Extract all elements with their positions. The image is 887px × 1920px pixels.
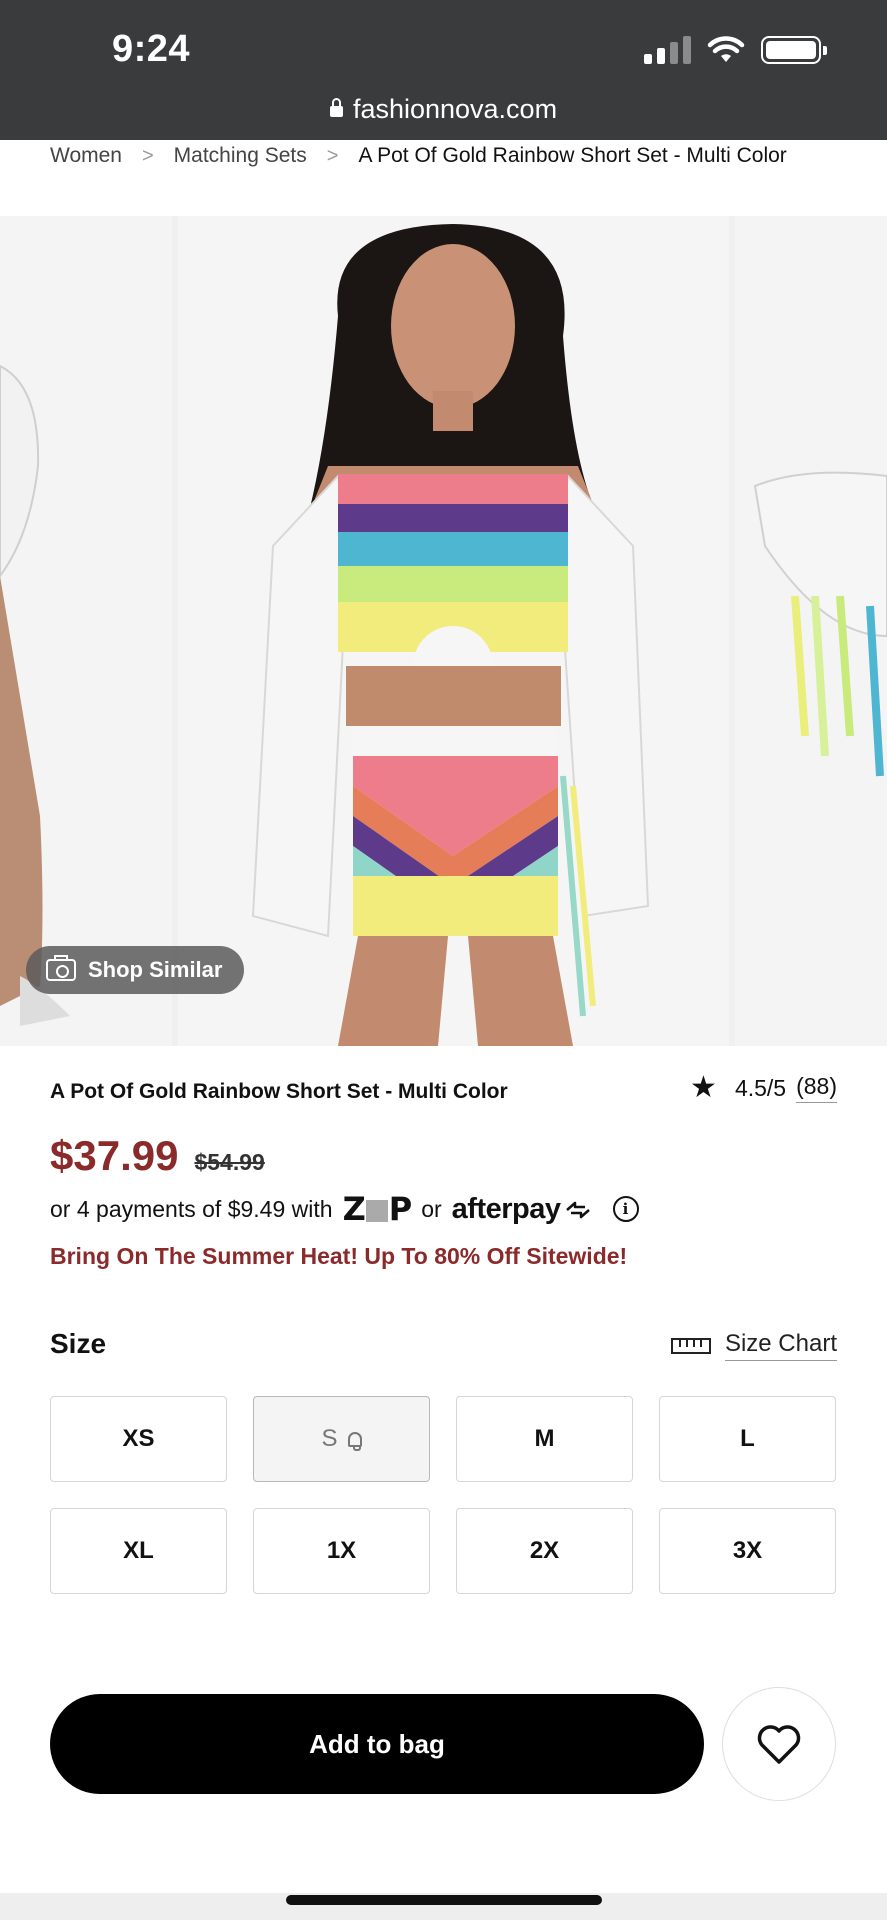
size-heading: Size (50, 1328, 107, 1359)
bell-icon (347, 1431, 362, 1451)
product-title: A Pot Of Gold Rainbow Short Set - Multi … (50, 1080, 508, 1103)
status-icons (644, 36, 827, 64)
size-option-3x[interactable]: 3X (659, 1508, 836, 1594)
product-image-main[interactable] (178, 216, 729, 1046)
chevron-right-icon: > (141, 144, 154, 167)
rating-value: 4.5/5 (734, 1074, 787, 1101)
promo-banner: Bring On The Summer Heat! Up To 80% Off … (50, 1243, 628, 1269)
cellular-signal-icon (644, 36, 691, 64)
shop-similar-button[interactable]: Shop Similar (26, 946, 245, 994)
battery-icon (761, 36, 827, 64)
sale-price: $37.99 (50, 1132, 179, 1179)
wishlist-button[interactable] (722, 1687, 836, 1801)
url-bar[interactable]: fashionnova.com (0, 94, 887, 125)
afterpay-logo[interactable]: afterpay (452, 1193, 593, 1226)
payments-or: or (421, 1195, 442, 1222)
home-indicator[interactable] (286, 1895, 602, 1905)
size-option-m[interactable]: M (456, 1396, 633, 1482)
camera-icon (46, 955, 76, 981)
size-option-s-out-of-stock[interactable]: S (253, 1396, 430, 1482)
star-icon: ★ (690, 1071, 717, 1104)
browser-chrome: 9:24 fashionnova.com (0, 0, 887, 140)
heart-icon (757, 1725, 801, 1764)
size-chart-label: Size Chart (724, 1330, 837, 1361)
size-option-2x[interactable]: 2X (456, 1508, 633, 1594)
installment-payments: or 4 payments of $9.49 with ZP or afterp… (50, 1190, 639, 1228)
zip-logo[interactable]: ZP (343, 1190, 413, 1228)
payments-text: or 4 payments of $9.49 with (50, 1195, 333, 1222)
breadcrumb-current: A Pot Of Gold Rainbow Short Set - Multi … (358, 144, 787, 167)
size-option-1x[interactable]: 1X (253, 1508, 430, 1594)
price-block: $37.99 $54.99 (50, 1132, 265, 1180)
status-time: 9:24 (112, 28, 191, 70)
product-image-gallery[interactable]: Shop Similar (0, 216, 887, 1046)
size-option-xl[interactable]: XL (50, 1508, 227, 1594)
product-rating[interactable]: ★ 4.5/5 (88) (690, 1073, 837, 1103)
product-image-next[interactable] (735, 216, 887, 1046)
breadcrumb-women[interactable]: Women (50, 144, 122, 168)
size-options: XS S M L XL 1X 2X 3X (50, 1396, 837, 1594)
breadcrumb: Women > Matching Sets > A Pot Of Gold Ra… (50, 144, 887, 168)
size-option-xs[interactable]: XS (50, 1396, 227, 1482)
afterpay-arrows-icon (565, 1201, 590, 1218)
shop-similar-label: Shop Similar (88, 957, 223, 982)
lock-icon (329, 98, 343, 117)
breadcrumb-matching-sets[interactable]: Matching Sets (174, 144, 307, 168)
add-to-bag-button[interactable]: Add to bag (50, 1694, 704, 1794)
size-chart-link[interactable]: Size Chart (670, 1330, 837, 1361)
wifi-icon (707, 36, 745, 62)
product-image-prev[interactable] (0, 216, 172, 1046)
size-option-l[interactable]: L (659, 1396, 836, 1482)
info-icon[interactable]: i (612, 1196, 639, 1222)
review-count[interactable]: (88) (796, 1073, 837, 1103)
original-price: $54.99 (194, 1149, 265, 1175)
url-text: fashionnova.com (352, 94, 558, 124)
ruler-icon (670, 1337, 711, 1354)
chevron-right-icon: > (326, 144, 339, 167)
